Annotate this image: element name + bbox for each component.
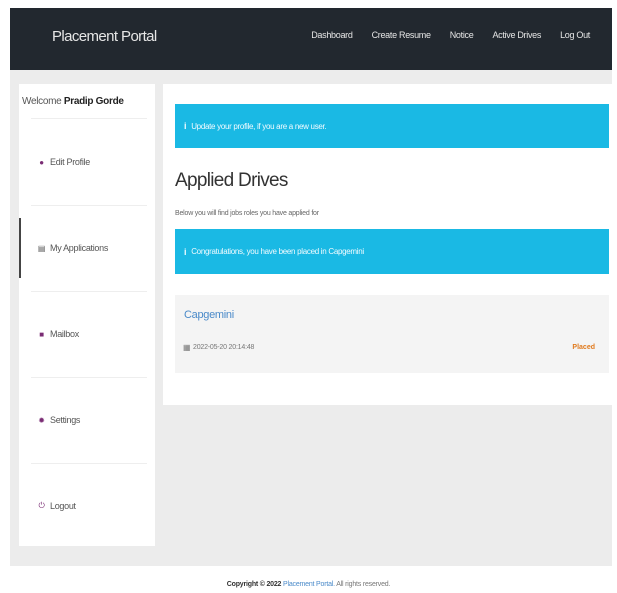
sidebar-divider: [31, 205, 147, 206]
welcome-text: Welcome Pradip Gorde: [22, 96, 124, 107]
sidebar-item-label: Settings: [50, 415, 81, 425]
user-icon: ●: [39, 157, 44, 167]
gear-icon: ✹: [38, 415, 45, 425]
nav-active-drives[interactable]: Active Drives: [492, 30, 541, 40]
sidebar-item-settings[interactable]: ✹ Settings: [19, 390, 155, 450]
sidebar-divider: [31, 377, 147, 378]
sidebar-item-label: Mailbox: [50, 329, 79, 339]
applied-date: 2022-05-20 20:14:48: [193, 344, 255, 351]
page-subtitle: Below you will find jobs roles you have …: [175, 210, 319, 217]
footer-rights: All rights reserved.: [336, 581, 391, 588]
sidebar-divider: [31, 463, 147, 464]
nav-notice[interactable]: Notice: [450, 30, 474, 40]
power-icon: ⏻: [38, 501, 45, 510]
sidebar-item-logout[interactable]: ⏻ Logout: [19, 476, 155, 536]
sidebar-item-label: Logout: [50, 501, 76, 511]
sidebar-item-label: Edit Profile: [50, 157, 90, 167]
profile-update-alert: i Update your profile, if you are a new …: [175, 104, 609, 148]
list-icon: ▤: [37, 243, 46, 253]
envelope-icon: ■: [39, 329, 44, 339]
brand-logo[interactable]: Placement Portal: [52, 28, 157, 45]
copyright-text: Copyright © 2022: [226, 581, 282, 588]
main-content: i Update your profile, if you are a new …: [163, 84, 612, 405]
welcome-prefix: Welcome: [22, 96, 62, 107]
alert-text: Update your profile, if you are a new us…: [191, 121, 327, 131]
nav-create-resume[interactable]: Create Resume: [372, 30, 431, 40]
sidebar-divider: [31, 291, 147, 292]
nav-links: Dashboard Create Resume Notice Active Dr…: [311, 30, 590, 40]
calendar-icon: ▦: [183, 343, 191, 352]
user-name: Pradip Gorde: [63, 96, 124, 107]
sidebar-item-my-applications[interactable]: ▤ My Applications: [19, 218, 155, 278]
sidebar: Welcome Pradip Gorde ● Edit Profile ▤ My…: [19, 84, 155, 546]
nav-dashboard[interactable]: Dashboard: [311, 30, 353, 40]
placement-alert: i Congratulations, you have been placed …: [175, 229, 609, 274]
status-badge: Placed: [572, 344, 595, 351]
sidebar-item-mailbox[interactable]: ■ Mailbox: [19, 304, 155, 364]
sidebar-item-label: My Applications: [50, 243, 109, 253]
page-title: Applied Drives: [175, 170, 288, 191]
nav-log-out[interactable]: Log Out: [560, 30, 590, 40]
company-link[interactable]: Capgemini: [184, 309, 234, 321]
top-navbar: Placement Portal Dashboard Create Resume…: [10, 8, 612, 70]
alert-text: Congratulations, you have been placed in…: [191, 247, 364, 256]
info-icon: i: [184, 121, 187, 131]
footer: Copyright © 2022 Placement Portal. All r…: [0, 581, 617, 588]
info-icon: i: [184, 246, 187, 257]
drive-card: Capgemini ▦ 2022-05-20 20:14:48 Placed: [175, 295, 609, 373]
sidebar-item-edit-profile[interactable]: ● Edit Profile: [19, 132, 155, 192]
footer-portal-link[interactable]: Placement Portal.: [283, 581, 335, 588]
sidebar-divider: [31, 118, 147, 119]
